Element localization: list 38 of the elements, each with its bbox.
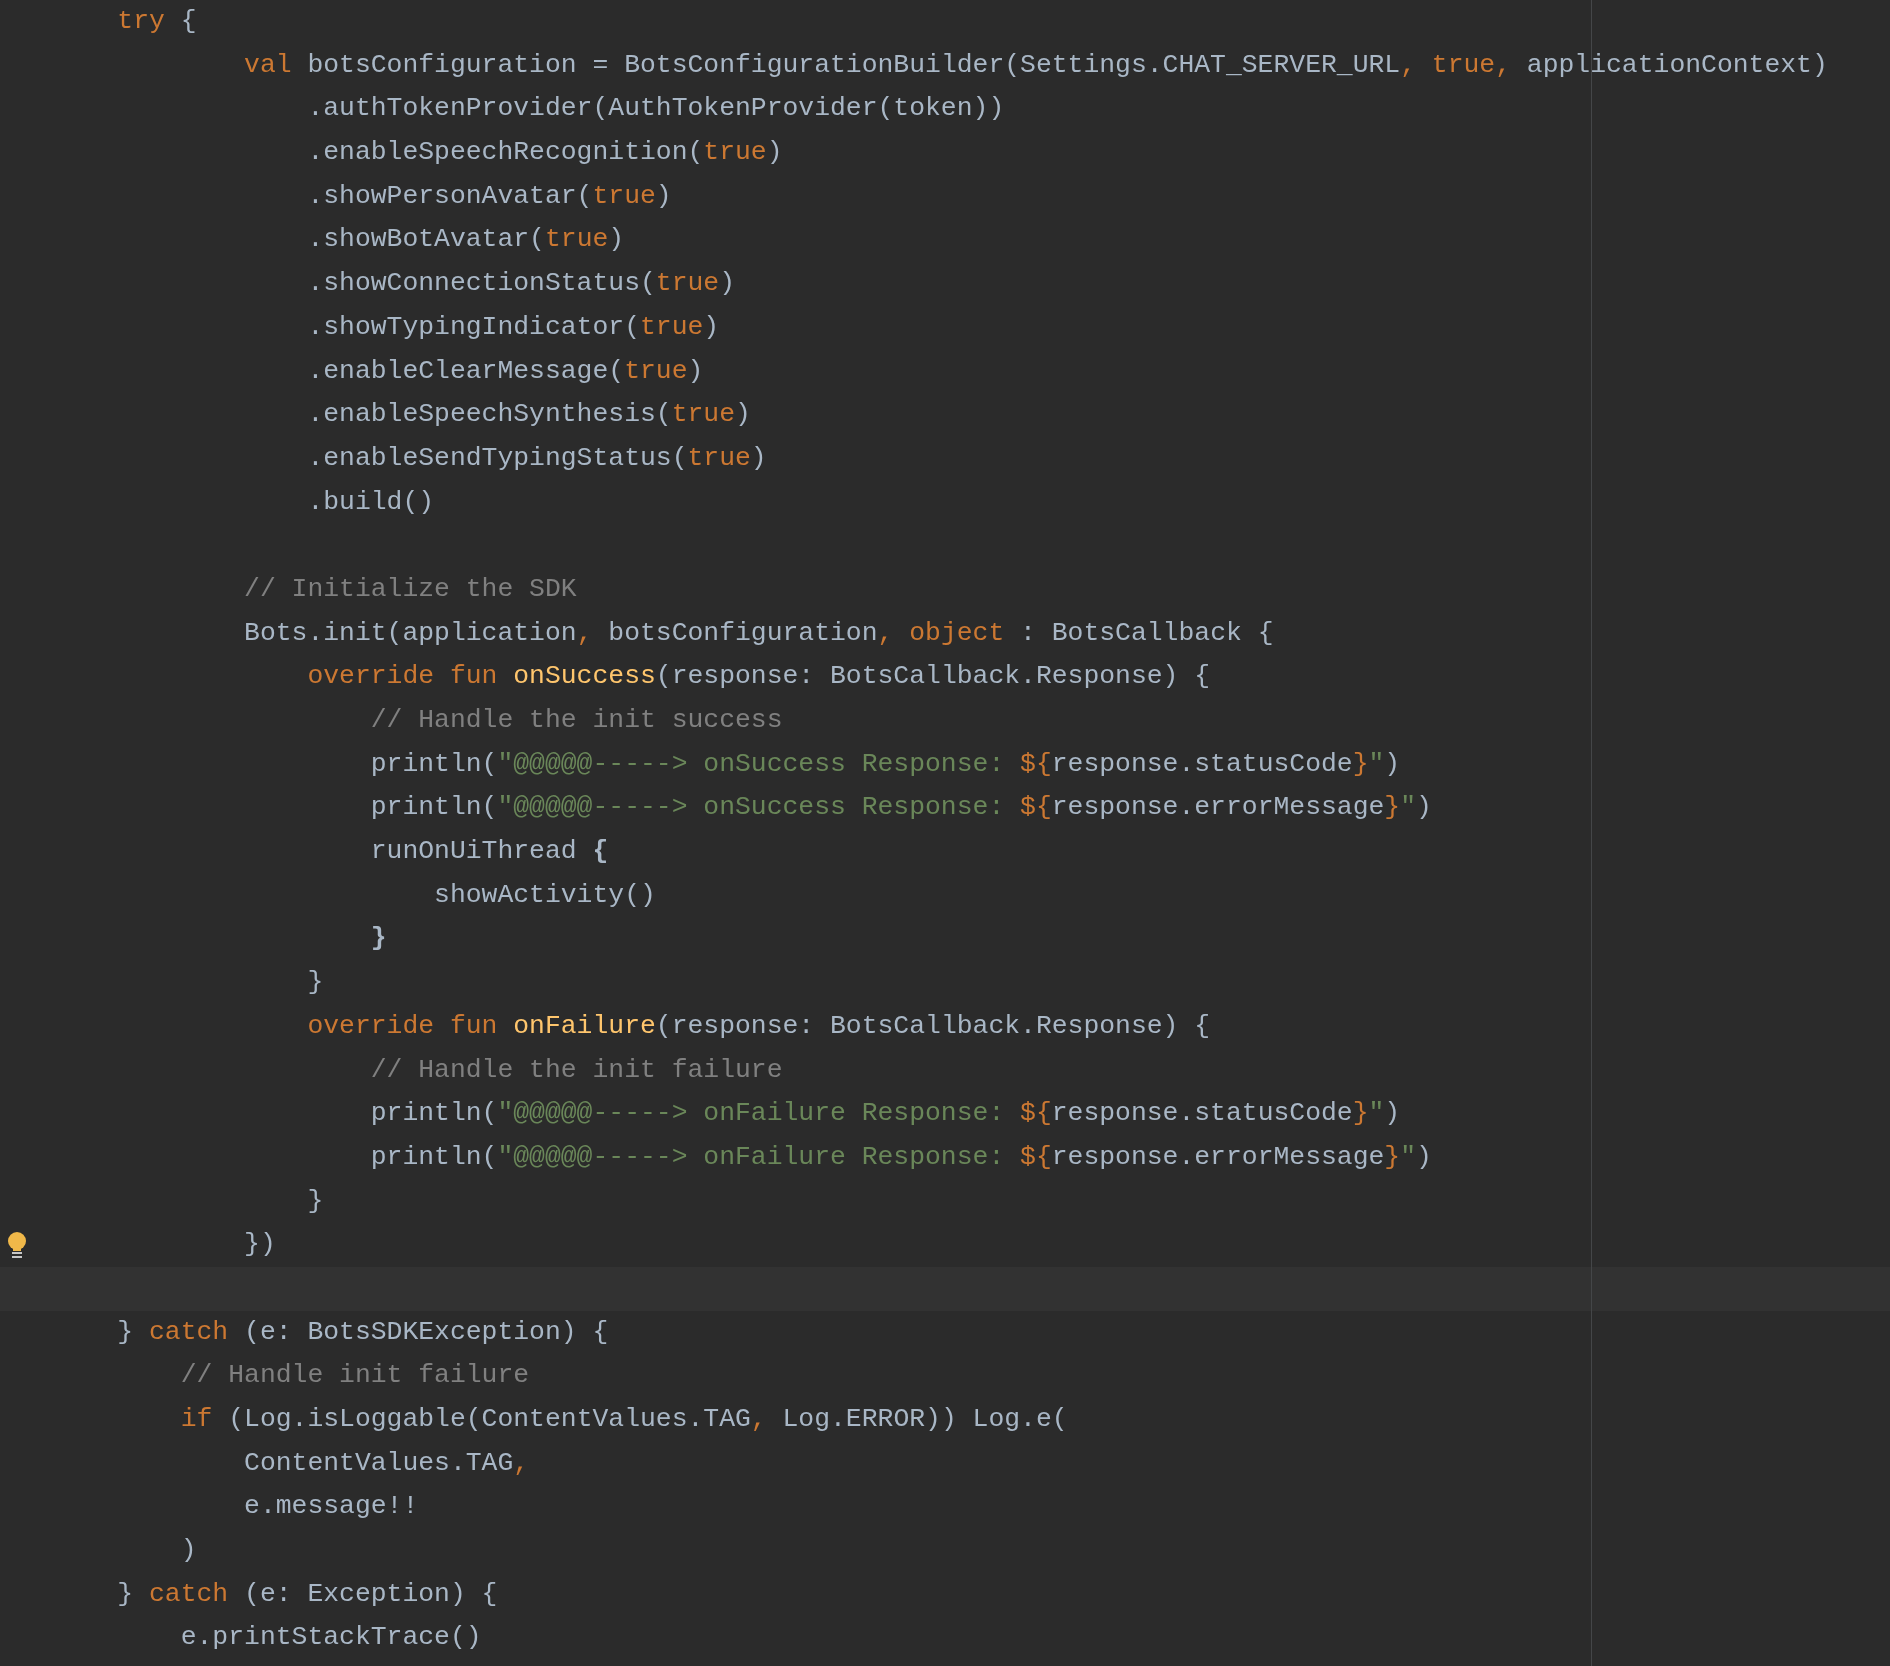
code-line: .showBotAvatar(true) — [306, 223, 625, 257]
code-line: e.message!! — [243, 1490, 419, 1524]
code-line: } catch (e: BotsSDKException) { — [116, 1315, 609, 1349]
code-line: println("@@@@@-----> onFailure Response: ${response.statusCode}") — [369, 1097, 1401, 1131]
code-line: } — [306, 1184, 324, 1218]
code-line: println("@@@@@-----> onSuccess Response: ${response.errorMessage}") — [369, 791, 1432, 825]
code-line: .authTokenProvider(AuthTokenProvider(token)) — [306, 92, 1005, 126]
code-line: .enableClearMessage(true) — [306, 354, 704, 388]
code-line: if (Log.isLoggable(ContentValues.TAG, Log.ERROR)) Log.e( — [179, 1403, 1068, 1436]
code-line: ContentValues.TAG, — [243, 1446, 530, 1480]
code-line: showActivity() — [433, 878, 656, 912]
code-line: .showTypingIndicator(true) — [306, 310, 720, 344]
lightbulb-icon[interactable] — [6, 1231, 28, 1260]
code-line: .enableSpeechSynthesis(true) — [306, 398, 751, 432]
code-line: // Handle the init failure — [369, 1053, 783, 1087]
code-line: } catch (e: Exception) { — [116, 1577, 498, 1611]
code-line: // Handle the init success — [369, 704, 783, 737]
code-editor[interactable] — [0, 0, 1890, 1666]
code-line: override fun onSuccess(response: BotsCallback.Response) { — [306, 660, 1211, 694]
code-line: // Initialize the SDK — [243, 572, 577, 606]
code-line: try { — [116, 5, 197, 38]
code-line: .build() — [306, 485, 435, 519]
code-line: runOnUiThread { — [369, 835, 609, 869]
code-line: .showConnectionStatus(true) — [306, 267, 735, 301]
code-line: override fun onFailure(response: BotsCallback.Response) { — [306, 1009, 1211, 1043]
code-line: // Handle init failure — [179, 1359, 530, 1393]
code-line: println("@@@@@-----> onFailure Response: ${response.errorMessage}") — [369, 1140, 1432, 1174]
code-line: ) — [179, 1534, 197, 1568]
code-line: val botsConfiguration = BotsConfigurationBuilder(Settings.CHAT_SERVER_URL, true, applicationContext) — [243, 48, 1828, 82]
code-line: .showPersonAvatar(true) — [306, 179, 672, 213]
code-line: e.printStackTrace() — [179, 1621, 482, 1655]
code-line: .enableSendTypingStatus(true) — [306, 441, 767, 475]
code-line: println("@@@@@-----> onSuccess Response: ${response.statusCode}") — [369, 747, 1401, 781]
code-line: }) — [243, 1228, 276, 1262]
code-line: Bots.init(application, botsConfiguration, object : BotsCallback { — [243, 616, 1274, 650]
code-line: } — [369, 922, 387, 956]
code-line: } — [306, 966, 324, 1000]
code-line: .enableSpeechRecognition(true) — [306, 136, 783, 170]
